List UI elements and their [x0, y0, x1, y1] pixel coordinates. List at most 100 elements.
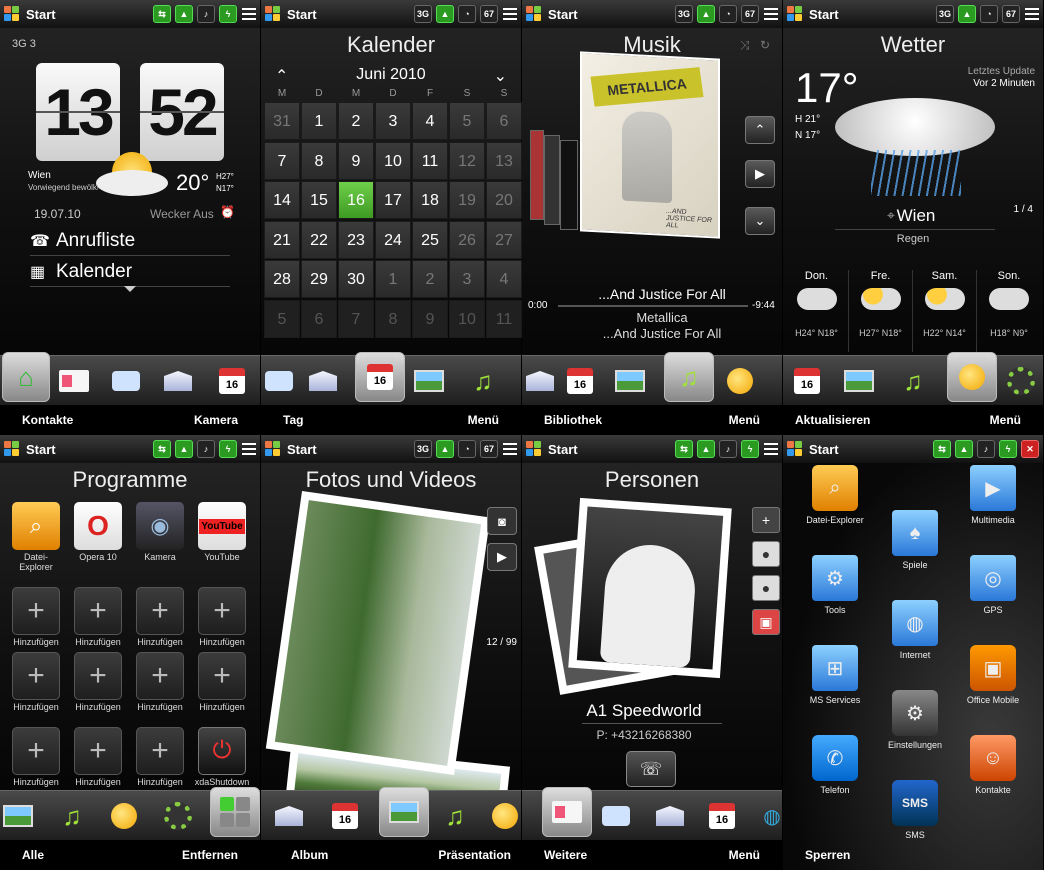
contact-thumb[interactable]: ● [752, 575, 780, 601]
contact-card-current[interactable] [568, 497, 732, 679]
shuffle-icon[interactable]: ⤨ [740, 38, 750, 53]
calendar-day[interactable]: 3 [449, 260, 485, 298]
softkey-right[interactable]: Menü [468, 413, 499, 427]
calendar-day[interactable]: 26 [449, 220, 485, 259]
softkey-left[interactable]: Bibliothek [544, 413, 602, 427]
windows-start-icon[interactable] [787, 6, 803, 22]
photo-current[interactable] [265, 491, 491, 775]
calendar-day[interactable]: 6 [486, 102, 522, 140]
menu-icon[interactable] [1025, 7, 1039, 21]
tab-photos[interactable] [841, 364, 877, 398]
tab-mail[interactable] [522, 364, 558, 398]
calendar-day[interactable]: 15 [301, 181, 337, 219]
start-item[interactable]: ▣ Office Mobile [953, 645, 1033, 705]
program-xdashutdown[interactable]: ⏻ [198, 727, 246, 775]
menu-icon[interactable] [503, 7, 517, 21]
program-youtube[interactable]: YouTube [198, 502, 246, 550]
calendar-day[interactable]: 9 [338, 141, 374, 180]
tab-weather[interactable] [722, 364, 758, 398]
calendar-day[interactable]: 21 [264, 220, 300, 259]
menu-icon[interactable] [764, 7, 778, 21]
start-item[interactable]: SMS SMS [875, 780, 955, 840]
calendar-day[interactable]: 29 [301, 260, 337, 298]
calendar-day[interactable]: 27 [486, 220, 522, 259]
tab-mail[interactable] [652, 799, 688, 833]
add-contact-button[interactable]: + [752, 507, 780, 533]
contact-thumb[interactable]: ▣ [752, 609, 780, 635]
clock-minute[interactable]: 52 [140, 63, 224, 161]
tab-music[interactable]: ♫ [54, 799, 90, 833]
start-item[interactable]: ✆ Telefon [795, 735, 875, 795]
menu-icon[interactable] [242, 7, 256, 21]
tab-calendar[interactable]: 16 [214, 364, 250, 398]
menu-icon[interactable] [503, 442, 517, 456]
menu-icon[interactable] [764, 442, 778, 456]
menu-icon[interactable] [242, 442, 256, 456]
tab-weather[interactable] [106, 799, 142, 833]
forecast-day[interactable]: Sam. H22° N14° [913, 270, 977, 352]
tab-settings[interactable] [1003, 364, 1039, 398]
tab-weather[interactable] [947, 352, 997, 402]
start-label[interactable]: Start [26, 7, 149, 22]
calendar-day[interactable]: 18 [412, 181, 448, 219]
windows-start-icon[interactable] [265, 441, 281, 457]
tab-music[interactable]: ♫ [895, 364, 931, 398]
tab-people[interactable] [56, 364, 92, 398]
album-cover-prev[interactable] [544, 135, 560, 225]
tab-music[interactable]: ♫ [664, 352, 714, 402]
add-program-slot[interactable]: + [12, 727, 60, 775]
call-button[interactable]: ☏ [626, 751, 676, 787]
softkey-right[interactable]: Menü [729, 848, 760, 862]
next-track-button[interactable]: ⌄ [745, 207, 775, 235]
expand-arrow-icon[interactable] [124, 286, 136, 292]
softkey-right[interactable]: Entfernen [182, 848, 238, 862]
calendar-day[interactable]: 9 [412, 299, 448, 338]
tab-messages[interactable] [598, 799, 634, 833]
calendar-day[interactable]: 11 [486, 299, 522, 338]
calendar-day[interactable]: 30 [338, 260, 374, 298]
next-month-icon[interactable]: ⌄ [494, 66, 507, 86]
tab-calendar[interactable]: 16 [704, 799, 740, 833]
calendar-day[interactable]: 16 [338, 181, 374, 219]
calendar-day[interactable]: 3 [375, 102, 411, 140]
contact-thumb[interactable]: ● [752, 541, 780, 567]
tab-people[interactable] [542, 787, 592, 837]
add-program-slot[interactable]: + [74, 652, 122, 700]
calendar-day[interactable]: 23 [338, 220, 374, 259]
clock-hour[interactable]: 13 [36, 63, 120, 161]
start-label[interactable]: Start [809, 442, 929, 457]
tab-photos[interactable] [0, 799, 36, 833]
forecast-day[interactable]: Son. H18° N9° [977, 270, 1041, 352]
progress-track[interactable] [558, 305, 748, 307]
calendar-day[interactable]: 7 [264, 141, 300, 180]
calendar-day[interactable]: 7 [338, 299, 374, 338]
home-link-calendar[interactable]: ▦ Kalender [30, 257, 230, 287]
calendar-day[interactable]: 13 [486, 141, 522, 180]
tab-calendar[interactable]: 16 [789, 364, 825, 398]
camera-button[interactable]: ◙ [487, 507, 517, 535]
calendar-day[interactable]: 19 [449, 181, 485, 219]
prev-track-button[interactable]: ⌃ [745, 116, 775, 144]
calendar-day[interactable]: 4 [412, 102, 448, 140]
calendar-day[interactable]: 10 [375, 141, 411, 180]
tab-music[interactable]: ♫ [437, 799, 473, 833]
forecast-day[interactable]: Fre. H27° N18° [849, 270, 913, 352]
tab-photos[interactable] [612, 364, 648, 398]
play-button[interactable]: ▶ [745, 160, 775, 188]
softkey-left[interactable]: Tag [283, 413, 303, 427]
tab-messages[interactable] [108, 364, 144, 398]
start-label[interactable]: Start [809, 7, 932, 22]
alarm-label[interactable]: Wecker Aus [150, 207, 214, 221]
calendar-day[interactable]: 25 [412, 220, 448, 259]
windows-start-icon[interactable] [4, 6, 20, 22]
tab-mail[interactable] [160, 364, 196, 398]
calendar-day[interactable]: 31 [264, 102, 300, 140]
program-file-explorer[interactable]: ⌕ [12, 502, 60, 550]
windows-start-icon[interactable] [787, 441, 803, 457]
home-link-calllog[interactable]: ☎ Anrufliste [30, 226, 230, 256]
calendar-day[interactable]: 5 [449, 102, 485, 140]
tab-messages[interactable] [261, 364, 297, 398]
add-program-slot[interactable]: + [74, 727, 122, 775]
windows-start-icon[interactable] [265, 6, 281, 22]
close-icon[interactable]: ✕ [1021, 440, 1039, 458]
